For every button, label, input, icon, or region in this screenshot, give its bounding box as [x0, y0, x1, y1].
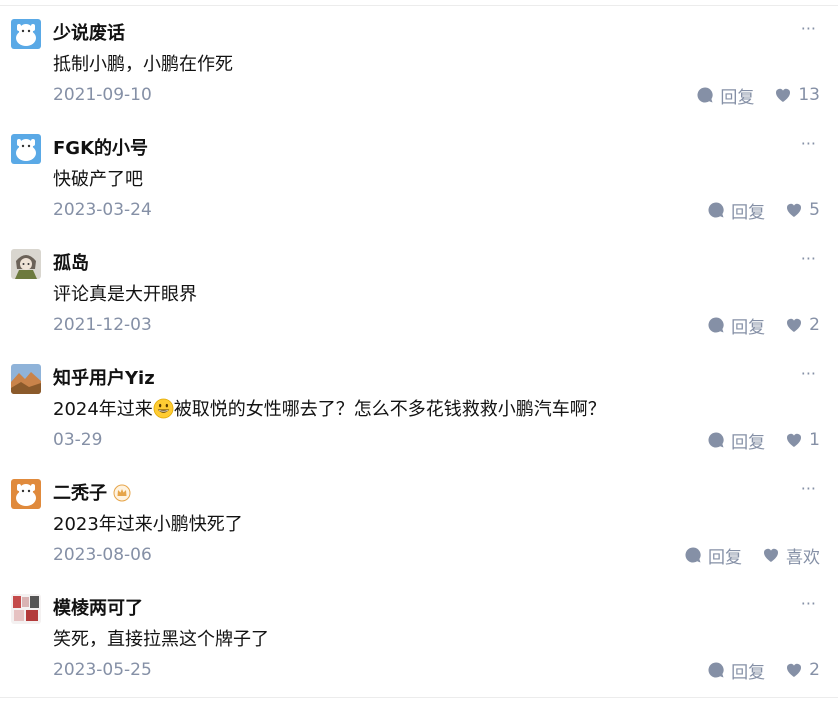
- comment-item: 知乎用户Yiz ··· 2024年过来 被取悦的女性哪去了？怎么不多花钱救救小鹏…: [0, 350, 838, 460]
- like-count: 1: [809, 430, 820, 450]
- reply-label: 回复: [720, 87, 755, 108]
- reply-bubble-icon: [708, 202, 724, 218]
- like-button[interactable]: 2: [785, 660, 820, 680]
- more-options-button[interactable]: ···: [801, 249, 816, 269]
- comment-date: 2021-09-10: [53, 85, 152, 105]
- comment-date: 2023-08-06: [53, 545, 152, 565]
- more-options-button[interactable]: ···: [801, 594, 816, 614]
- reply-label: 回复: [708, 547, 742, 568]
- reply-bubble-icon: [708, 662, 724, 678]
- reply-button[interactable]: 回复: [707, 198, 765, 223]
- comment-date: 2023-03-24: [53, 200, 152, 220]
- comment-text: 笑死，直接拉黑这个牌子了: [53, 629, 269, 650]
- comment-text: 抵制小鹏，小鹏在作死: [53, 54, 233, 75]
- comment-actions: 回复 喜欢: [684, 541, 820, 569]
- avatar[interactable]: [11, 19, 41, 49]
- white-dog-blue-icon: [11, 19, 41, 49]
- comment-actions: 回复 1: [707, 426, 820, 454]
- comment-text: 2023年过来小鹏快死了: [53, 514, 243, 535]
- crown-badge-icon: [113, 484, 131, 502]
- reply-label: 回复: [731, 317, 766, 338]
- reply-button[interactable]: 回复: [707, 428, 765, 453]
- comment-date: 2021-12-03: [53, 315, 152, 335]
- comment-text-part: 2024年过来: [53, 399, 153, 420]
- like-label: 喜欢: [786, 547, 820, 568]
- like-count: 2: [809, 660, 820, 680]
- author-name[interactable]: 知乎用户Yiz: [53, 366, 155, 392]
- avatar[interactable]: [11, 479, 41, 509]
- comment-date: 2023-05-25: [53, 660, 152, 680]
- reply-button[interactable]: 回复: [707, 658, 765, 683]
- reply-button[interactable]: 回复: [684, 543, 742, 568]
- comment-item: 二秃子 ··· 2023年过来小鹏快死了 2023-08-06 回复 喜欢: [0, 465, 838, 575]
- collage-icon: [11, 594, 41, 624]
- reply-bubble-icon: [708, 432, 724, 448]
- avatar[interactable]: [11, 249, 41, 279]
- more-options-button[interactable]: ···: [801, 364, 816, 384]
- avatar[interactable]: [11, 134, 41, 164]
- more-options-button[interactable]: ···: [801, 134, 816, 154]
- comment-text-part: 被取悦的女性哪去了？怎么不多花钱救救小鹏汽车啊？: [173, 399, 606, 420]
- comment-item: 孤岛 ··· 评论真是大开眼界 2021-12-03 回复 2: [0, 235, 838, 345]
- like-button[interactable]: 2: [785, 315, 820, 335]
- reply-label: 回复: [731, 432, 766, 453]
- comment-item: 模棱两可了 ··· 笑死，直接拉黑这个牌子了 2023-05-25 回复 2: [0, 580, 838, 690]
- grinning-face-emoji-icon: [153, 398, 174, 419]
- white-dog-blue-icon: [11, 134, 41, 164]
- comment-item: FGK的小号 ··· 快破产了吧 2023-03-24 回复 5: [0, 120, 838, 230]
- comment-text: 快破产了吧: [53, 169, 143, 190]
- heart-icon: [763, 548, 779, 562]
- heart-icon: [787, 318, 802, 332]
- comment-text: 评论真是大开眼界: [53, 284, 197, 305]
- author-name[interactable]: FGK的小号: [53, 136, 148, 162]
- reply-bubble-icon: [685, 547, 701, 563]
- comment-actions: 回复 2: [707, 656, 820, 684]
- like-count: 13: [798, 85, 820, 105]
- comment-actions: 回复 5: [707, 196, 820, 224]
- like-button[interactable]: 5: [785, 200, 820, 220]
- reply-bubble-icon: [697, 87, 713, 103]
- author-name-text: 二秃子: [53, 483, 107, 504]
- heart-icon: [787, 433, 802, 447]
- like-count: 5: [809, 200, 820, 220]
- landscape-icon: [11, 364, 41, 394]
- comment-actions: 回复 2: [707, 311, 820, 339]
- more-options-button[interactable]: ···: [801, 19, 816, 39]
- like-button[interactable]: 13: [774, 85, 820, 105]
- like-button[interactable]: 喜欢: [762, 543, 820, 568]
- comment-actions: 回复 13: [696, 81, 820, 109]
- reply-button[interactable]: 回复: [696, 83, 754, 108]
- avatar[interactable]: [11, 594, 41, 624]
- author-name[interactable]: 二秃子: [53, 481, 131, 507]
- comment-text: 2024年过来 被取悦的女性哪去了？怎么不多花钱救救小鹏汽车啊？: [53, 396, 606, 424]
- comment-date: 03-29: [53, 430, 103, 450]
- comment-item: 少说废话 ··· 抵制小鹏，小鹏在作死 2021-09-10 回复 13: [0, 5, 838, 115]
- bottom-divider: [0, 697, 838, 698]
- avatar[interactable]: [11, 364, 41, 394]
- author-name[interactable]: 模棱两可了: [53, 596, 143, 622]
- reply-label: 回复: [731, 202, 766, 223]
- reply-button[interactable]: 回复: [707, 313, 765, 338]
- reply-label: 回复: [731, 662, 766, 683]
- like-button[interactable]: 1: [785, 430, 820, 450]
- heart-icon: [787, 663, 802, 677]
- like-count: 2: [809, 315, 820, 335]
- anime-character-icon: [11, 249, 41, 279]
- heart-icon: [776, 88, 791, 102]
- more-options-button[interactable]: ···: [801, 479, 816, 499]
- orange-dog-icon: [11, 479, 41, 509]
- heart-icon: [787, 203, 802, 217]
- reply-bubble-icon: [708, 317, 724, 333]
- author-name[interactable]: 孤岛: [53, 251, 89, 277]
- author-name[interactable]: 少说废话: [53, 21, 125, 47]
